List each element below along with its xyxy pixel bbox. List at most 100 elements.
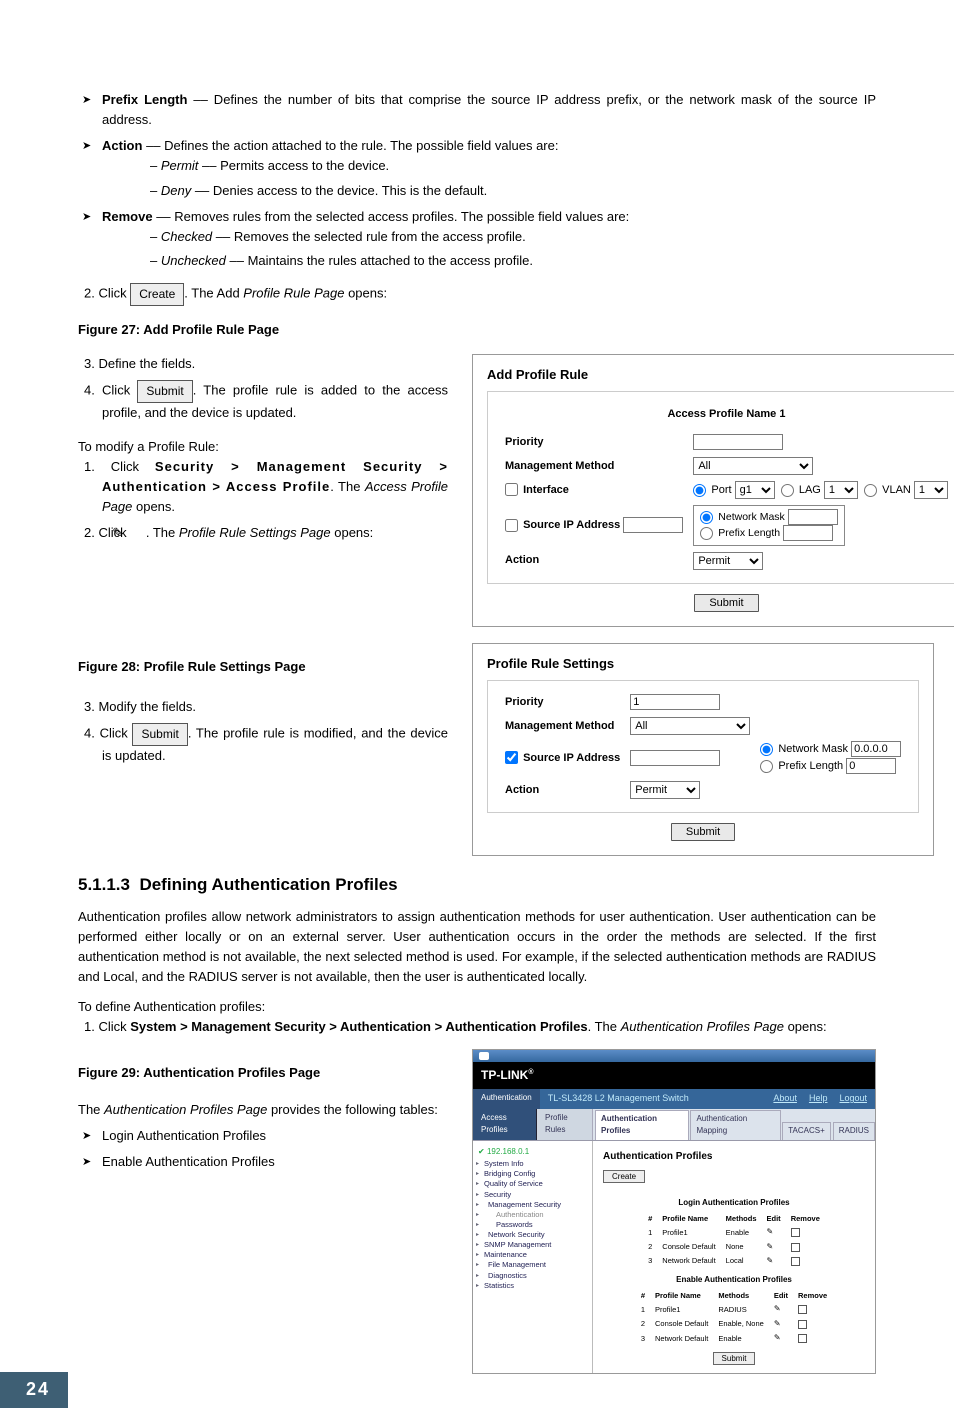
app-submit-button[interactable]: Submit <box>713 1352 756 1365</box>
submit-button-img: Submit <box>132 723 187 746</box>
tree-item[interactable]: System Info <box>476 1159 589 1169</box>
source-ip-input[interactable] <box>623 517 683 533</box>
remove-check[interactable] <box>791 1257 800 1266</box>
modify-continue-steps: 3. Modify the fields. 4. Click Submit. T… <box>78 697 448 766</box>
port-select[interactable]: g1 <box>735 481 775 499</box>
table-row: 3Network DefaultEnable✎ <box>636 1331 832 1345</box>
plen-input[interactable] <box>783 525 833 541</box>
create-button-img: Create <box>130 283 184 306</box>
prefix-length-item: Prefix Length –– Defines the number of b… <box>78 90 876 130</box>
tree-item[interactable]: Network Security <box>476 1230 589 1240</box>
help-link[interactable]: Help <box>809 1093 828 1103</box>
add-submit-button[interactable]: Submit <box>694 594 758 612</box>
edit-icon[interactable]: ✎ <box>774 1333 781 1342</box>
tab-auth-profiles[interactable]: Authentication Profiles <box>595 1110 689 1140</box>
edit-icon[interactable]: ✎ <box>774 1304 781 1313</box>
table-row: 1Profile1Enable✎ <box>643 1225 825 1239</box>
tab-profile-rules[interactable]: Profile Rules <box>537 1109 593 1140</box>
tree-item[interactable]: Authentication <box>476 1210 589 1220</box>
tree-item[interactable]: Statistics <box>476 1281 589 1291</box>
mask-input[interactable] <box>851 741 901 757</box>
action-select[interactable]: Permit <box>630 781 700 799</box>
pencil-edit-icon: ✎ <box>130 523 142 543</box>
create-button[interactable]: Create <box>603 1170 645 1183</box>
auth-profiles-screenshot: TP-LINK® Authentication TL-SL3428 L2 Man… <box>472 1049 876 1373</box>
about-link[interactable]: About <box>773 1093 797 1103</box>
enable-auth-title: Enable Authentication Profiles <box>603 1274 865 1286</box>
remove-check[interactable] <box>798 1334 807 1343</box>
lag-select[interactable]: 1 <box>824 481 858 499</box>
tree-item[interactable]: Bridging Config <box>476 1169 589 1179</box>
tree-item[interactable]: File Management <box>476 1260 589 1270</box>
table-row: 2Console DefaultEnable, None✎ <box>636 1317 832 1331</box>
logout-link[interactable]: Logout <box>839 1093 867 1103</box>
brand-bar: TP-LINK® <box>473 1062 875 1089</box>
table-row: 1Profile1RADIUS✎ <box>636 1302 832 1316</box>
remove-check[interactable] <box>798 1320 807 1329</box>
nav-tree: ✔ 192.168.0.1 System InfoBridging Config… <box>473 1141 593 1373</box>
tab-auth-mapping[interactable]: Authentication Mapping <box>690 1110 781 1140</box>
auth-tables-list: Login Authentication Profiles Enable Aut… <box>78 1126 448 1172</box>
tree-item[interactable]: Management Security <box>476 1200 589 1210</box>
definition-list: Prefix Length –– Defines the number of b… <box>78 90 876 271</box>
tree-item[interactable]: Passwords <box>476 1220 589 1230</box>
tree-item[interactable]: SNMP Management <box>476 1240 589 1250</box>
plen-radio[interactable] <box>760 760 773 773</box>
port-radio[interactable] <box>693 484 706 497</box>
tab-tacacs[interactable]: TACACS+ <box>782 1122 831 1139</box>
side-header: Authentication <box>473 1089 540 1109</box>
checked-sub: – Checked –– Removes the selected rule f… <box>102 227 876 247</box>
tab-access-profiles[interactable]: Access Profiles <box>473 1109 537 1140</box>
lag-radio[interactable] <box>781 484 794 497</box>
label: Prefix Length <box>102 92 187 107</box>
deny-sub: – Deny –– Denies access to the device. T… <box>102 181 876 201</box>
figure-27-caption: Figure 27: Add Profile Rule Page <box>78 320 876 340</box>
action-select[interactable]: Permit <box>693 552 763 570</box>
permit-sub: – Permit –– Permits access to the device… <box>102 156 876 176</box>
tree-item[interactable]: Quality of Service <box>476 1179 589 1189</box>
source-ip-check[interactable] <box>505 751 518 764</box>
define-auth-intro: To define Authentication profiles: <box>78 997 876 1017</box>
side-sub-tabs: Access Profiles Profile Rules <box>473 1109 593 1141</box>
edit-icon[interactable]: ✎ <box>767 1227 774 1236</box>
label: Remove <box>102 209 153 224</box>
section-5113-heading: 5.1.1.3 Defining Authentication Profiles <box>78 872 876 898</box>
tree-item[interactable]: Security <box>476 1190 589 1200</box>
tab-radius[interactable]: RADIUS <box>833 1122 875 1139</box>
content-title: Authentication Profiles <box>603 1149 865 1165</box>
vlan-radio[interactable] <box>864 484 877 497</box>
plen-radio[interactable] <box>700 527 713 540</box>
panel-title: Profile Rule Settings <box>487 654 919 674</box>
method-select[interactable]: All <box>693 457 813 475</box>
remove-check[interactable] <box>791 1228 800 1237</box>
edit-icon[interactable]: ✎ <box>767 1256 774 1265</box>
tree-item[interactable]: Maintenance <box>476 1250 589 1260</box>
priority-input[interactable] <box>630 694 720 710</box>
remove-check[interactable] <box>798 1305 807 1314</box>
remove-check[interactable] <box>791 1243 800 1252</box>
settings-submit-button[interactable]: Submit <box>671 823 735 841</box>
main-content: Authentication Profiles Create Login Aut… <box>593 1141 875 1373</box>
edit-icon[interactable]: ✎ <box>767 1242 774 1251</box>
mask-radio[interactable] <box>700 511 713 524</box>
vlan-select[interactable]: 1 <box>914 481 948 499</box>
profile-rule-settings-panel: Profile Rule Settings Priority Managemen… <box>472 643 934 856</box>
click-create-step: 2. Click Create. The Add Profile Rule Pa… <box>78 283 876 306</box>
source-ip-input[interactable] <box>630 750 720 766</box>
tree-item[interactable]: Diagnostics <box>476 1271 589 1281</box>
plen-input[interactable] <box>846 758 896 774</box>
modify-steps: 1. Click Security > Management Security … <box>78 457 448 544</box>
add-rule-form: Priority Management MethodAll Interface … <box>500 431 953 573</box>
page-number: 24 <box>0 1372 68 1408</box>
main-tabs: Authentication Profiles Authentication M… <box>593 1109 875 1141</box>
mask-radio[interactable] <box>760 743 773 756</box>
priority-input[interactable] <box>693 434 783 450</box>
window-chrome <box>473 1050 875 1062</box>
table-row: 2Console DefaultNone✎ <box>643 1240 825 1254</box>
interface-check[interactable] <box>505 483 518 496</box>
login-auth-table: #Profile NameMethodsEditRemove1Profile1E… <box>643 1212 825 1269</box>
method-select[interactable]: All <box>630 717 750 735</box>
mask-input[interactable] <box>788 509 838 525</box>
edit-icon[interactable]: ✎ <box>774 1319 781 1328</box>
source-ip-check[interactable] <box>505 519 518 532</box>
